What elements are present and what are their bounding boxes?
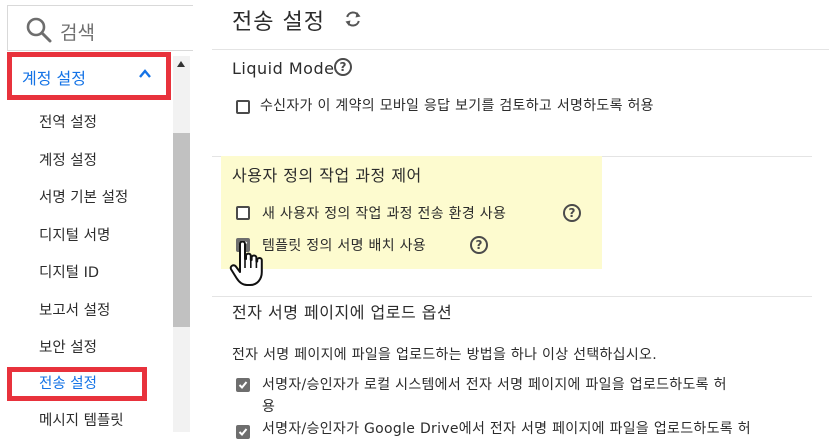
refresh-icon[interactable]: [343, 9, 363, 29]
sidebar-item-send-settings[interactable]: 전송 설정: [7, 367, 147, 401]
divider: [212, 49, 829, 50]
sidebar-scrollbar-thumb[interactable]: [173, 133, 190, 327]
liquid-mode-option-label: 수신자가 이 계약의 모바일 응답 보기를 검토하고 서명하도록 허용: [260, 98, 654, 114]
upload-options-title: 전자 서명 페이지에 업로드 옵션: [232, 303, 453, 322]
sidebar-nav-list: 전역 설정 계정 설정 서명 기본 설정 디지털 서명 디지털 ID 보고서 설…: [7, 105, 173, 429]
sidebar-item-message-templates[interactable]: 메시지 템플릿: [7, 403, 173, 441]
sidebar-item-report-settings[interactable]: 보고서 설정: [7, 293, 173, 331]
search-input[interactable]: 검색: [7, 5, 193, 51]
checkmark-icon: [238, 428, 248, 436]
checkmark-icon: [238, 381, 248, 389]
chevron-up-icon: [139, 69, 151, 78]
help-icon[interactable]: ?: [563, 204, 581, 222]
hand-pointer-cursor-icon: [229, 241, 263, 286]
liquid-mode-title: Liquid Mode: [232, 59, 335, 78]
sidebar-item-digital-signatures[interactable]: 디지털 서명: [7, 218, 173, 256]
scroll-up-arrow-icon[interactable]: [177, 61, 185, 67]
custom-workflow-title: 사용자 정의 작업 과정 제어: [232, 166, 422, 185]
upload-local-label-line2: 용: [262, 399, 276, 415]
sidebar-item-security-settings[interactable]: 보안 설정: [7, 330, 173, 368]
upload-google-drive-label: 서명자/승인자가 Google Drive에서 전자 서명 페이지에 파일을 업…: [262, 421, 751, 437]
sidebar-item-digital-id[interactable]: 디지털 ID: [7, 255, 173, 293]
search-icon: [26, 17, 52, 43]
upload-options-description: 전자 서명 페이지에 파일을 업로드하는 방법을 하나 이상 선택하십시오.: [232, 347, 657, 363]
page-title: 전송 설정: [232, 10, 325, 35]
sidebar-item-account-settings[interactable]: 계정 설정: [7, 143, 173, 181]
template-signature-placement-label: 템플릿 정의 서명 배치 사용: [262, 238, 426, 254]
sidebar-section-account-settings[interactable]: 계정 설정: [7, 52, 171, 100]
search-placeholder: 검색: [60, 22, 95, 44]
upload-local-checkbox[interactable]: [236, 378, 250, 392]
sidebar-item-signature-preferences[interactable]: 서명 기본 설정: [7, 180, 173, 218]
sidebar: 검색 계정 설정 전역 설정 계정 설정 서명 기본 설정 디지털 서명 디지털…: [0, 0, 193, 432]
help-icon[interactable]: ?: [470, 236, 488, 254]
sidebar-item-global-settings[interactable]: 전역 설정: [7, 105, 173, 143]
help-icon[interactable]: ?: [334, 58, 352, 76]
upload-local-label-line1: 서명자/승인자가 로컬 시스템에서 전자 서명 페이지에 파일을 업로드하도록 …: [262, 377, 727, 393]
custom-workflow-send-label: 새 사용자 정의 작업 과정 전송 환경 사용: [262, 206, 507, 222]
custom-workflow-send-checkbox[interactable]: [236, 206, 250, 220]
sidebar-section-label: 계정 설정: [22, 69, 86, 88]
upload-google-drive-checkbox[interactable]: [236, 425, 250, 439]
liquid-mode-checkbox[interactable]: [236, 100, 250, 114]
divider: [212, 296, 812, 297]
